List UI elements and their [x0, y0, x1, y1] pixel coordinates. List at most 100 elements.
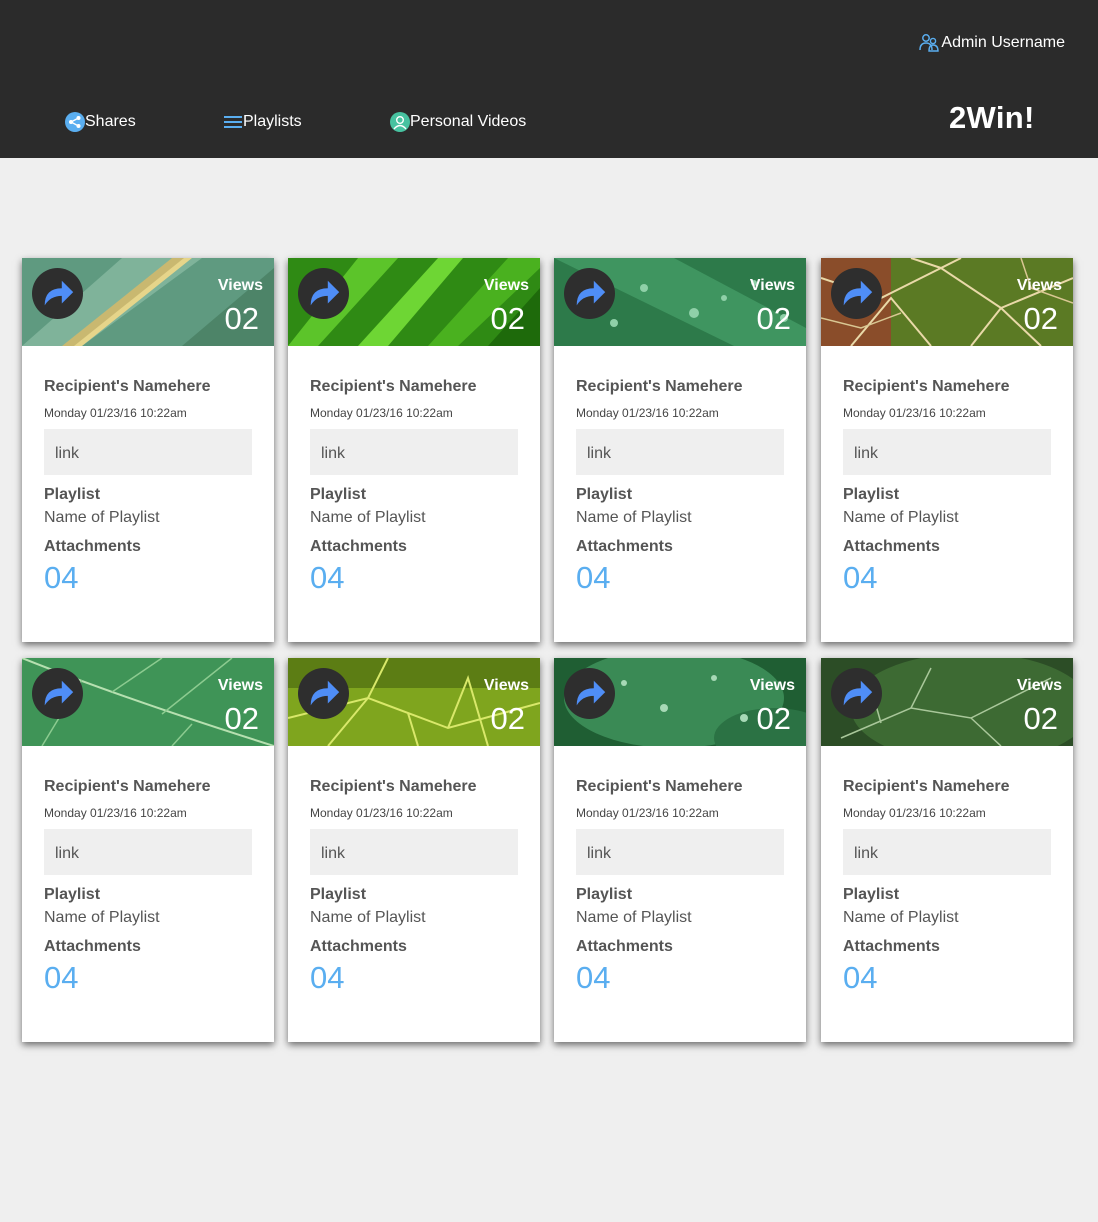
card-thumbnail: Views 02: [22, 258, 274, 346]
views-count: 02: [1023, 301, 1058, 336]
share-button[interactable]: [298, 668, 349, 719]
views-label: Views: [749, 277, 795, 294]
views-count: 02: [224, 301, 259, 336]
card-thumbnail: Views 02: [554, 658, 806, 746]
share-button[interactable]: [32, 668, 83, 719]
share-card: Views 02 Recipient's Namehere Monday 01/…: [821, 258, 1073, 642]
share-link-field[interactable]: link: [310, 429, 518, 475]
views-label: Views: [749, 677, 795, 694]
nav-shares[interactable]: Shares: [65, 112, 136, 132]
share-link-field[interactable]: link: [44, 429, 252, 475]
views-count: 02: [756, 301, 791, 336]
share-date: Monday 01/23/16 10:22am: [310, 406, 453, 420]
share-date: Monday 01/23/16 10:22am: [576, 806, 719, 820]
menu-icon: [224, 116, 242, 128]
attachments-label: Attachments: [44, 538, 141, 555]
nav-playlists-label: Playlists: [243, 113, 302, 130]
forward-arrow-icon: [843, 280, 872, 305]
share-button[interactable]: [831, 668, 882, 719]
card-thumbnail: Views 02: [821, 658, 1073, 746]
playlist-name: Name of Playlist: [843, 909, 959, 926]
share-date: Monday 01/23/16 10:22am: [843, 406, 986, 420]
card-thumbnail: Views 02: [22, 658, 274, 746]
playlist-label: Playlist: [310, 486, 367, 503]
brand-logo: 2Win!: [949, 100, 1035, 135]
playlist-label: Playlist: [310, 886, 367, 903]
recipient-name: Recipient's Namehere: [843, 778, 1010, 795]
attachments-label: Attachments: [310, 938, 407, 955]
share-card: Views 02 Recipient's Namehere Monday 01/…: [554, 658, 806, 1042]
share-button[interactable]: [564, 668, 615, 719]
share-date: Monday 01/23/16 10:22am: [44, 406, 187, 420]
admin-username: Admin Username: [941, 34, 1065, 51]
attachments-count: 04: [44, 560, 79, 595]
share-icon: [65, 112, 85, 132]
share-button[interactable]: [831, 268, 882, 319]
card-thumbnail: Views 02: [554, 258, 806, 346]
playlist-label: Playlist: [44, 886, 101, 903]
attachments-count: 04: [843, 560, 878, 595]
attachments-count: 04: [576, 560, 611, 595]
playlist-label: Playlist: [843, 486, 900, 503]
share-card: Views 02 Recipient's Namehere Monday 01/…: [22, 658, 274, 1042]
views-count: 02: [490, 701, 525, 736]
top-bar: Admin Username Shares Playlists Personal…: [0, 0, 1098, 158]
share-button[interactable]: [298, 268, 349, 319]
share-card: Views 02 Recipient's Namehere Monday 01/…: [22, 258, 274, 642]
views-label: Views: [217, 277, 263, 294]
views-label: Views: [483, 277, 529, 294]
share-link-field[interactable]: link: [843, 829, 1051, 875]
share-card: Views 02 Recipient's Namehere Monday 01/…: [821, 658, 1073, 1042]
card-thumbnail: Views 02: [288, 258, 540, 346]
share-button[interactable]: [564, 268, 615, 319]
playlist-name: Name of Playlist: [576, 909, 692, 926]
views-label: Views: [483, 677, 529, 694]
forward-arrow-icon: [44, 280, 73, 305]
share-link-field[interactable]: link: [576, 829, 784, 875]
attachments-label: Attachments: [576, 938, 673, 955]
playlist-name: Name of Playlist: [44, 909, 160, 926]
attachments-count: 04: [843, 960, 878, 995]
attachments-count: 04: [310, 960, 345, 995]
recipient-name: Recipient's Namehere: [310, 778, 477, 795]
share-date: Monday 01/23/16 10:22am: [843, 806, 986, 820]
share-button[interactable]: [32, 268, 83, 319]
attachments-label: Attachments: [843, 938, 940, 955]
nav-personal-videos-label: Personal Videos: [410, 113, 527, 130]
playlist-label: Playlist: [843, 886, 900, 903]
share-link-field[interactable]: link: [44, 829, 252, 875]
admin-user-menu[interactable]: Admin Username: [919, 33, 1065, 53]
recipient-name: Recipient's Namehere: [576, 778, 743, 795]
attachments-label: Attachments: [44, 938, 141, 955]
playlist-label: Playlist: [576, 486, 633, 503]
nav-personal-videos[interactable]: Personal Videos: [390, 112, 526, 132]
share-date: Monday 01/23/16 10:22am: [576, 406, 719, 420]
forward-arrow-icon: [310, 680, 339, 705]
recipient-name: Recipient's Namehere: [576, 378, 743, 395]
share-date: Monday 01/23/16 10:22am: [310, 806, 453, 820]
recipient-name: Recipient's Namehere: [843, 378, 1010, 395]
nav-playlists[interactable]: Playlists: [223, 112, 302, 132]
share-card: Views 02 Recipient's Namehere Monday 01/…: [288, 658, 540, 1042]
share-link-field[interactable]: link: [843, 429, 1051, 475]
recipient-name: Recipient's Namehere: [44, 378, 211, 395]
forward-arrow-icon: [576, 680, 605, 705]
recipient-name: Recipient's Namehere: [310, 378, 477, 395]
nav-shares-label: Shares: [85, 113, 136, 130]
card-thumbnail: Views 02: [821, 258, 1073, 346]
views-count: 02: [224, 701, 259, 736]
playlist-label: Playlist: [44, 486, 101, 503]
share-link-field[interactable]: link: [310, 829, 518, 875]
attachments-label: Attachments: [843, 538, 940, 555]
share-link-field[interactable]: link: [576, 429, 784, 475]
forward-arrow-icon: [843, 680, 872, 705]
playlist-name: Name of Playlist: [310, 909, 426, 926]
admin-user-icon: [919, 34, 940, 52]
share-card: Views 02 Recipient's Namehere Monday 01/…: [554, 258, 806, 642]
forward-arrow-icon: [310, 280, 339, 305]
playlist-label: Playlist: [576, 886, 633, 903]
share-date: Monday 01/23/16 10:22am: [44, 806, 187, 820]
forward-arrow-icon: [44, 680, 73, 705]
views-label: Views: [217, 677, 263, 694]
playlist-name: Name of Playlist: [310, 509, 426, 526]
